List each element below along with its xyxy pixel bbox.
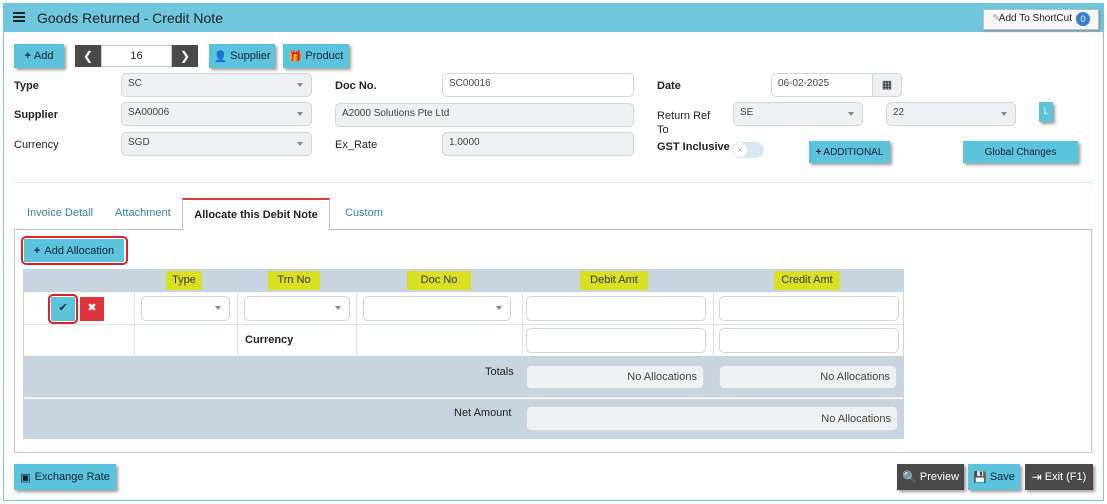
add-to-shortcut-button[interactable]: ✎ Add To ShortCut 0 <box>983 9 1099 30</box>
currency-row-label: Currency <box>245 334 294 346</box>
tab-invoice-detail[interactable]: Invoice Detail <box>27 207 93 219</box>
type-select[interactable]: SC <box>121 73 312 97</box>
tab-custom[interactable]: Custom <box>345 207 383 219</box>
pin-icon: ✎ <box>992 13 1001 24</box>
caret-down-icon <box>848 112 854 116</box>
chevron-left-icon: ❮ <box>82 49 94 63</box>
close-icon: ✖ <box>87 302 97 314</box>
calendar-icon[interactable]: ▦ <box>872 73 902 97</box>
supplier-name-field: A2000 Solutions Pte Ltd <box>335 103 634 127</box>
supplier-button[interactable]: 👤 Supplier <box>209 44 275 68</box>
caret-down-icon <box>335 306 341 310</box>
net-amount-label: Net Amount <box>454 407 512 419</box>
confirm-highlight <box>48 294 78 324</box>
plus-icon: + <box>815 146 822 158</box>
column-header-doc-no: Doc No <box>407 271 471 290</box>
currency-debit-input[interactable] <box>526 328 706 353</box>
exit-button[interactable]: ⇥ Exit (F1) <box>1025 464 1093 490</box>
column-header-credit-amt: Credit Amt <box>774 271 840 290</box>
add-button[interactable]: + Add <box>14 44 64 68</box>
ex-rate-field: 1.0000 <box>442 132 634 156</box>
ex-rate-label: Ex_Rate <box>335 139 378 151</box>
toggle-knob: × <box>733 143 747 157</box>
column-divider <box>356 292 357 356</box>
product-button[interactable]: 🎁 Product <box>283 44 349 68</box>
l-button[interactable]: L <box>1039 102 1053 122</box>
supplier-select[interactable]: SA00006 <box>121 102 312 126</box>
gst-inclusive-toggle[interactable]: × <box>732 142 764 158</box>
row-trn-no-select[interactable] <box>244 296 350 321</box>
caret-down-icon <box>496 306 502 310</box>
column-divider <box>713 292 714 356</box>
row-divider <box>24 324 903 325</box>
totals-debit-field: No Allocations <box>526 365 704 389</box>
return-ref-label: Return Ref To <box>657 110 711 136</box>
caret-down-icon <box>297 142 303 146</box>
row-credit-amt-input[interactable] <box>719 296 899 321</box>
return-ref-type-select[interactable]: SE <box>733 102 863 126</box>
save-button[interactable]: 💾 Save <box>968 464 1020 490</box>
title-bar: Goods Returned - Credit Note ✎ Add To Sh… <box>3 3 1104 32</box>
column-header-debit-amt: Debit Amt <box>580 271 648 290</box>
row-doc-no-select[interactable] <box>363 296 511 321</box>
supplier-label: Supplier <box>14 109 59 121</box>
section-divider <box>14 182 1092 183</box>
currency-select[interactable]: SGD <box>121 132 312 156</box>
net-amount-field: No Allocations <box>526 406 898 431</box>
preview-button[interactable]: 🔍 Preview <box>897 464 964 490</box>
caret-down-icon <box>215 306 221 310</box>
return-ref-number-select[interactable]: 22 <box>886 102 1016 126</box>
caret-down-icon <box>1001 112 1007 116</box>
floppy-icon: 💾 <box>973 471 987 484</box>
doc-no-label: Doc No. <box>335 80 377 92</box>
allocation-grid: Type Trn No Doc No Debit Amt Credit Amt … <box>23 269 904 439</box>
column-divider <box>134 292 135 356</box>
additional-button[interactable]: + ADDITIONAL <box>809 141 890 163</box>
currency-label: Currency <box>14 139 59 151</box>
doc-no-input[interactable]: SC00016 <box>442 73 634 97</box>
gst-inclusive-label: GST Inclusive <box>657 141 730 153</box>
user-icon: 👤 <box>213 50 228 63</box>
hamburger-menu-icon[interactable] <box>13 10 25 24</box>
plus-icon: + <box>24 50 31 62</box>
global-changes-button[interactable]: Global Changes <box>963 141 1078 163</box>
exit-icon: ⇥ <box>1031 470 1042 484</box>
tab-attachment[interactable]: Attachment <box>115 207 171 219</box>
totals-credit-field: No Allocations <box>719 365 897 389</box>
exchange-rate-button[interactable]: ▣ Exchange Rate <box>14 464 116 490</box>
caret-down-icon <box>297 83 303 87</box>
date-input[interactable]: 06-02-2025 <box>771 73 873 97</box>
date-label: Date <box>657 80 681 92</box>
row-type-select[interactable] <box>141 296 230 321</box>
chevron-right-icon: ❯ <box>179 49 191 63</box>
tab-allocate-debit-note[interactable]: Allocate this Debit Note <box>182 198 330 230</box>
column-divider <box>522 292 523 356</box>
row-debit-amt-input[interactable] <box>526 296 706 321</box>
caret-down-icon <box>297 112 303 116</box>
previous-record-button[interactable]: ❮ <box>75 45 101 67</box>
add-allocation-highlight <box>21 236 128 265</box>
currency-credit-input[interactable] <box>719 328 899 353</box>
column-header-trn-no: Trn No <box>268 271 320 290</box>
totals-label: Totals <box>485 366 514 378</box>
search-icon: 🔍 <box>901 470 917 484</box>
column-divider <box>237 292 238 356</box>
delete-row-button[interactable]: ✖ <box>80 297 104 321</box>
gift-icon: 🎁 <box>288 50 303 63</box>
money-icon: ▣ <box>20 471 31 484</box>
column-header-type: Type <box>166 271 202 290</box>
type-label: Type <box>14 80 39 92</box>
record-number-input[interactable]: 16 <box>101 45 172 67</box>
shortcut-count-badge: 0 <box>1076 12 1090 26</box>
page-title: Goods Returned - Credit Note <box>37 10 223 26</box>
next-record-button[interactable]: ❯ <box>172 45 198 67</box>
